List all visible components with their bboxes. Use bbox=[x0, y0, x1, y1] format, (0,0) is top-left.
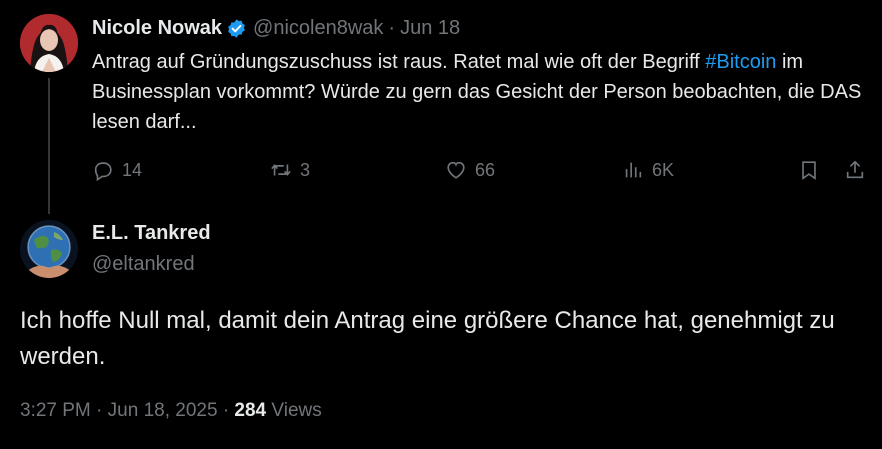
tweet-action-bar: 14 3 66 6K bbox=[92, 154, 872, 186]
reply-button[interactable]: 14 bbox=[92, 154, 142, 186]
avatar-globe-image bbox=[20, 220, 78, 278]
share-icon bbox=[846, 160, 864, 179]
repost-button[interactable]: 3 bbox=[270, 154, 310, 186]
bitcoin-hashtag-link[interactable]: #Bitcoin bbox=[705, 51, 776, 73]
header-separator: · bbox=[388, 16, 396, 39]
like-icon bbox=[447, 161, 465, 179]
reply-count: 14 bbox=[122, 159, 143, 180]
reply-time[interactable]: 3:27 PM bbox=[20, 400, 91, 421]
bookmark-button[interactable] bbox=[798, 154, 820, 186]
views-count: 6K bbox=[652, 159, 675, 180]
views-button[interactable]: 6K bbox=[622, 154, 674, 186]
reply-text: Ich hoffe Null mal, damit dein Antrag ei… bbox=[20, 307, 835, 370]
like-count: 66 bbox=[475, 159, 496, 180]
verified-badge-icon bbox=[228, 18, 245, 38]
reply-author-handle[interactable]: @eltankred bbox=[92, 253, 195, 276]
bookmark-icon bbox=[802, 161, 816, 180]
reply-icon bbox=[94, 162, 112, 181]
like-button[interactable]: 66 bbox=[445, 154, 495, 186]
tweet-text-part1: Antrag auf Gründungszuschuss ist raus. R… bbox=[92, 51, 706, 73]
avatar-portrait-image bbox=[20, 14, 78, 72]
tweet-text: Antrag auf Gründungszuschuss ist raus. R… bbox=[92, 47, 862, 137]
tweet-author-name[interactable]: Nicole Nowak bbox=[92, 17, 222, 40]
share-button[interactable] bbox=[844, 154, 866, 186]
tweet-header: Nicole Nowak @nicolen8wak · Jun 18 bbox=[92, 15, 460, 41]
thread-connector-line bbox=[48, 78, 50, 214]
reply-date[interactable]: Jun 18, 2025 bbox=[108, 400, 218, 421]
repost-count: 3 bbox=[300, 159, 311, 180]
reply-author-name[interactable]: E.L. Tankred bbox=[92, 222, 211, 245]
views-icon bbox=[625, 162, 642, 178]
repost-icon bbox=[271, 164, 291, 176]
nicole-nowak-avatar[interactable] bbox=[20, 14, 78, 72]
tweet-author-handle[interactable]: @nicolen8wak bbox=[253, 17, 383, 40]
tweet-date[interactable]: Jun 18 bbox=[400, 17, 460, 40]
reply-views-label: Views bbox=[271, 400, 322, 421]
meta-separator-2: · bbox=[222, 400, 230, 421]
el-tankred-avatar[interactable] bbox=[20, 220, 78, 278]
reply-meta: 3:27 PM · Jun 18, 2025 · 284 Views bbox=[20, 400, 322, 422]
meta-separator-1: · bbox=[96, 400, 103, 421]
reply-views-count: 284 bbox=[234, 400, 267, 421]
